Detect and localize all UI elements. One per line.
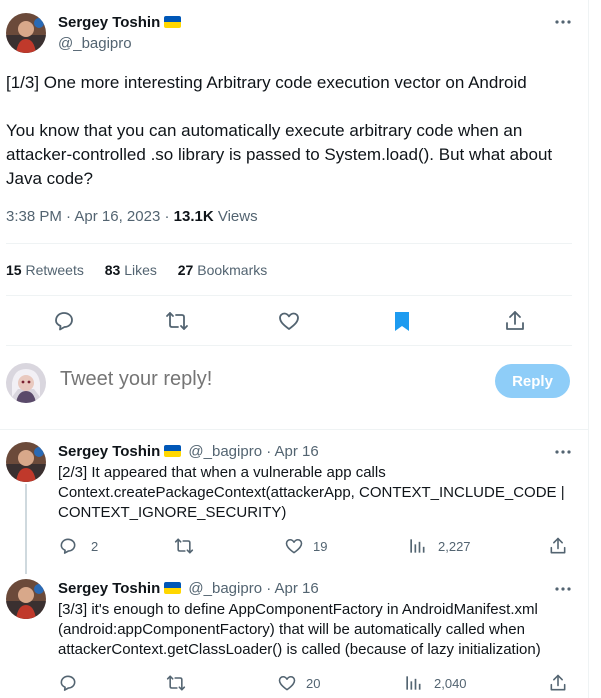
divider	[6, 295, 572, 296]
like-action[interactable]: 20	[277, 673, 320, 693]
share-action[interactable]	[548, 536, 575, 556]
analytics-bars-icon	[410, 539, 425, 553]
reply-input[interactable]	[60, 368, 460, 391]
reply-action[interactable]: 2	[58, 536, 98, 556]
reply-action[interactable]	[58, 673, 85, 693]
views-count: 2,227	[438, 538, 471, 554]
tweet-metadata: 3:38 PM · Apr 16, 2023 · 13.1K Views	[6, 208, 258, 225]
views-action[interactable]: 2,040	[403, 673, 467, 693]
reply-bubble-icon[interactable]	[52, 309, 76, 333]
author-name[interactable]: Sergey Toshin	[58, 580, 160, 597]
author-handle[interactable]: @_bagipro	[188, 443, 262, 460]
tweet-paragraph: [1/3] One more interesting Arbitrary cod…	[6, 73, 527, 92]
divider	[0, 429, 589, 430]
tweet-paragraph: You know that you can automatically exec…	[6, 121, 553, 188]
reply-header: Sergey Toshin @_bagipro · Apr 16	[58, 443, 319, 460]
reply-bubble-icon	[60, 538, 76, 554]
retweet-icon	[166, 675, 186, 691]
divider	[6, 345, 572, 346]
likes-stat[interactable]: 83 Likes	[105, 262, 157, 278]
reply-bubble-icon	[60, 675, 76, 691]
share-icon	[550, 537, 566, 554]
ukraine-flag-icon	[164, 445, 182, 457]
author-avatar[interactable]	[6, 13, 46, 53]
tweet-date[interactable]: Apr 16, 2023	[74, 208, 160, 225]
like-count: 19	[313, 538, 328, 554]
author-name-row[interactable]: Sergey Toshin	[58, 14, 182, 32]
tweet-time[interactable]: 3:38 PM	[6, 208, 62, 225]
reply-header: Sergey Toshin @_bagipro · Apr 16	[58, 580, 319, 597]
views-label: Views	[217, 208, 258, 225]
current-user-avatar[interactable]	[6, 363, 46, 403]
more-dots-icon[interactable]	[553, 579, 573, 599]
reply-text: [2/3] It appeared that when a vulnerable…	[58, 464, 565, 521]
retweets-stat[interactable]: 15 Retweets	[6, 262, 84, 278]
author-handle[interactable]: @_bagipro	[58, 35, 132, 52]
tweet-text: [1/3] One more interesting Arbitrary cod…	[6, 71, 576, 215]
share-icon	[550, 674, 566, 691]
like-count: 20	[306, 675, 321, 691]
heart-icon	[285, 538, 303, 554]
reply-button[interactable]: Reply	[495, 364, 570, 398]
views-count: 13.1K	[173, 208, 214, 225]
views-count: 2,040	[434, 675, 467, 691]
share-action[interactable]	[548, 673, 575, 693]
share-icon[interactable]	[503, 309, 527, 333]
divider	[6, 243, 572, 244]
heart-icon	[278, 675, 296, 691]
views-action[interactable]: 2,227	[407, 536, 471, 556]
retweet-icon[interactable]	[165, 309, 189, 333]
retweet-action[interactable]	[174, 536, 201, 556]
author-handle[interactable]: @_bagipro	[188, 580, 262, 597]
retweet-action[interactable]	[166, 673, 193, 693]
author-name[interactable]: Sergey Toshin	[58, 443, 160, 460]
tweet-date[interactable]: Apr 16	[275, 580, 319, 597]
bookmark-filled-icon[interactable]	[390, 309, 414, 333]
more-dots-icon[interactable]	[553, 12, 573, 32]
heart-icon[interactable]	[277, 309, 301, 333]
retweet-icon	[174, 538, 194, 554]
like-action[interactable]: 19	[284, 536, 327, 556]
engagement-stats: 15 Retweets 83 Likes 27 Bookmarks	[6, 262, 284, 278]
reply-count: 2	[91, 538, 99, 554]
ukraine-flag-icon	[164, 16, 182, 28]
analytics-bars-icon	[406, 676, 421, 690]
more-dots-icon[interactable]	[553, 442, 573, 462]
tweet-date[interactable]: Apr 16	[275, 443, 319, 460]
author-name[interactable]: Sergey Toshin	[58, 14, 160, 31]
reply-text: [3/3] it's enough to define AppComponent…	[58, 601, 541, 658]
ukraine-flag-icon	[164, 582, 182, 594]
bookmarks-stat[interactable]: 27 Bookmarks	[178, 262, 268, 278]
